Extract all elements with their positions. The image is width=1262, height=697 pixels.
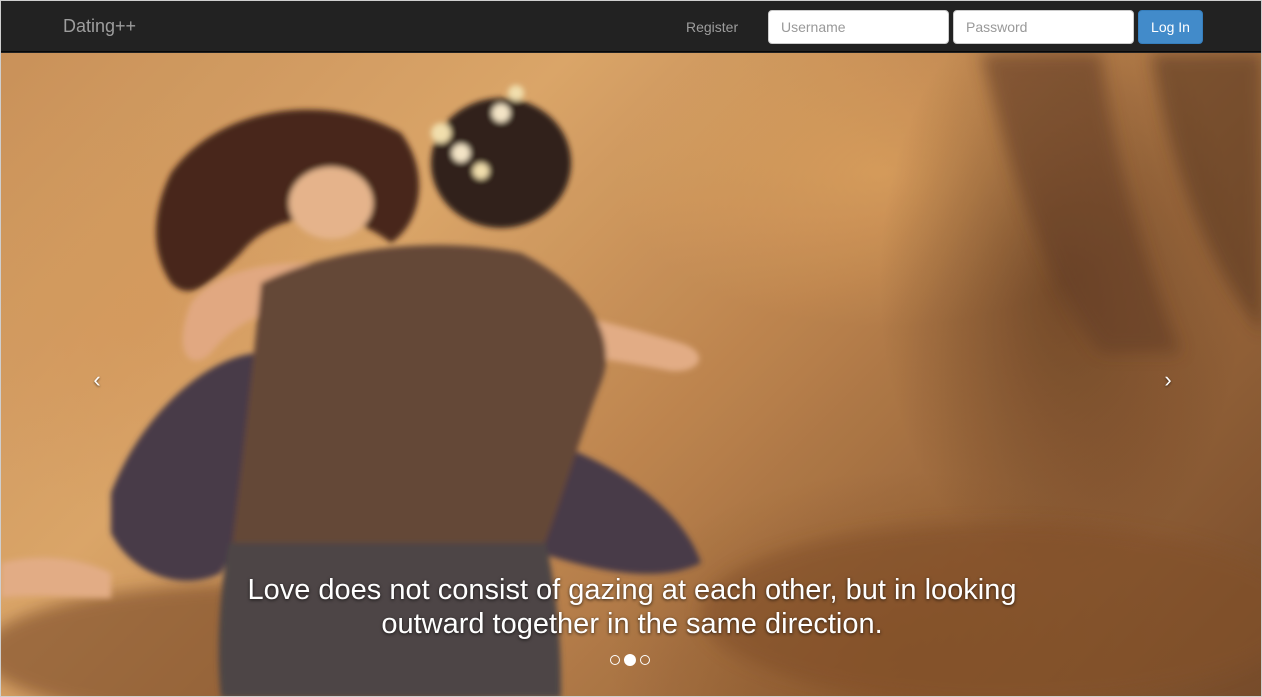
carousel-next-icon[interactable]: › — [1153, 365, 1183, 395]
carousel-indicator-3[interactable] — [640, 655, 650, 665]
username-input[interactable] — [768, 10, 949, 44]
carousel-indicators — [610, 653, 650, 667]
carousel-prev-icon[interactable]: ‹ — [82, 365, 112, 395]
login-button[interactable]: Log In — [1138, 10, 1203, 44]
register-link[interactable]: Register — [686, 18, 738, 36]
carousel-indicator-2[interactable] — [624, 654, 636, 666]
carousel-caption: Love does not consist of gazing at each … — [247, 574, 1017, 640]
browser-page: Dating++ Register Log In — [0, 0, 1262, 697]
carousel-indicator-1[interactable] — [610, 655, 620, 665]
brand-link[interactable]: Dating++ — [63, 16, 136, 36]
hero-carousel: ‹ › Love does not consist of gazing at e… — [1, 53, 1261, 696]
password-input[interactable] — [953, 10, 1134, 44]
navbar: Dating++ Register Log In — [1, 1, 1261, 52]
